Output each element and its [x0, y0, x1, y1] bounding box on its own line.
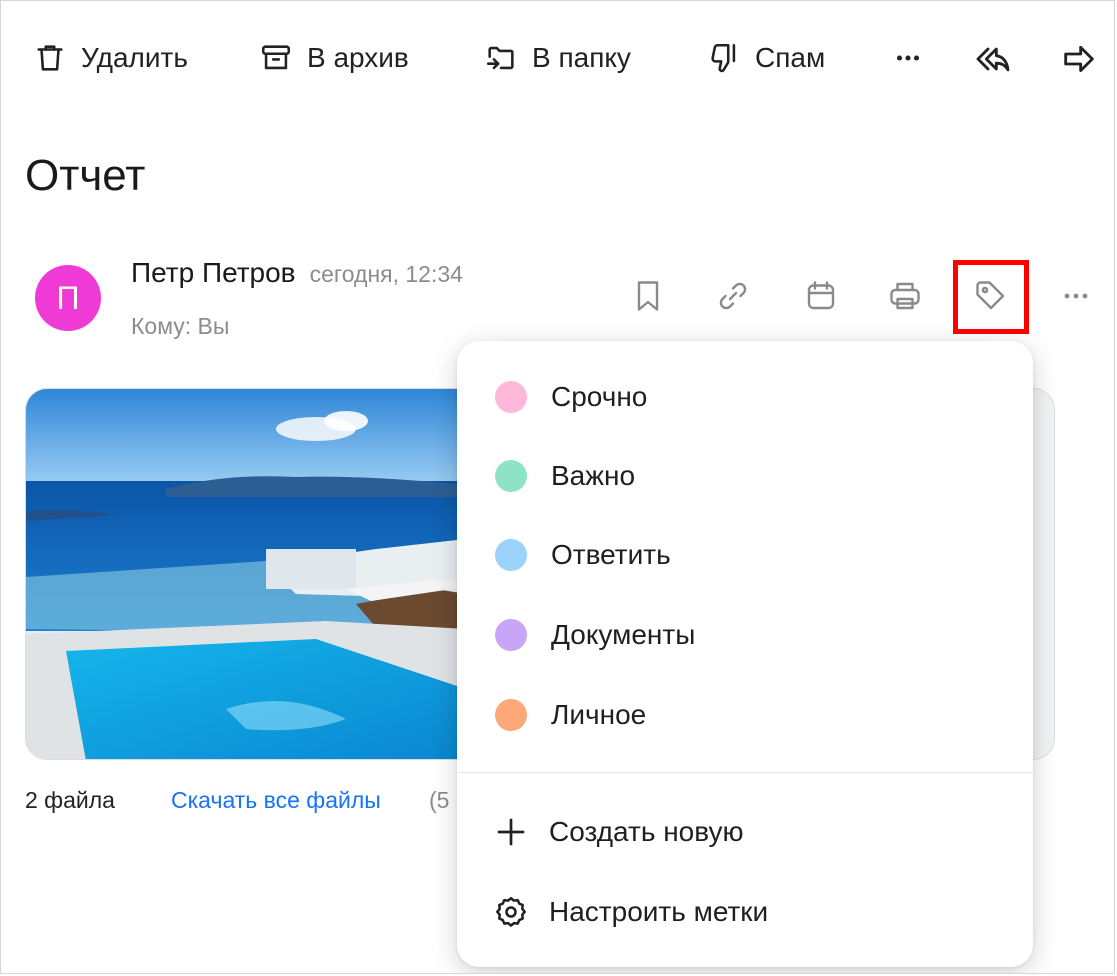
reply-all-icon [976, 47, 1010, 72]
label-item-documents[interactable]: Документы [457, 605, 1033, 665]
more-horizontal-icon [896, 55, 920, 61]
label-color-dot [495, 539, 527, 571]
message-date: сегодня, 12:34 [309, 261, 463, 287]
sender-avatar[interactable]: П [35, 265, 101, 331]
delete-button[interactable]: Удалить [33, 41, 188, 75]
print-button[interactable] [885, 276, 925, 316]
label-item-personal[interactable]: Личное [457, 685, 1033, 745]
spam-label: Спам [755, 42, 826, 73]
archive-label: В архив [307, 42, 409, 73]
label-item-text: Ответить [551, 539, 671, 570]
label-item-important[interactable]: Важно [457, 446, 1033, 506]
label-color-dot [495, 699, 527, 731]
move-to-folder-button[interactable]: В папку [484, 41, 631, 75]
reply-all-button[interactable] [973, 39, 1013, 79]
download-all-link[interactable]: Скачать все файлы [171, 787, 381, 814]
calendar-button[interactable] [801, 276, 841, 316]
labels-button-highlight [953, 260, 1029, 334]
bookmark-icon [637, 281, 659, 311]
message-more-button[interactable] [1056, 276, 1096, 316]
label-item-text: Важно [551, 460, 636, 491]
archive-button[interactable]: В архив [259, 41, 409, 75]
move-to-folder-icon [486, 46, 514, 70]
message-subject: Отчет [25, 151, 146, 200]
bookmark-button[interactable] [628, 276, 668, 316]
mail-window: Удалить В архив В папку Спам Отчет П Пет… [0, 0, 1115, 974]
more-horizontal-icon [1064, 293, 1088, 299]
label-color-dot [495, 460, 527, 492]
recipient-line: Кому: Вы [131, 313, 230, 339]
label-item-reply[interactable]: Ответить [457, 525, 1033, 585]
calendar-icon [807, 281, 835, 310]
attachments-count: 2 файла [25, 787, 115, 813]
thumbs-down-icon [711, 43, 736, 73]
trash-icon [37, 45, 63, 71]
label-item-text: Личное [551, 699, 647, 730]
print-icon [890, 282, 920, 310]
avatar-letter: П [56, 279, 80, 316]
download-size: (5 [429, 787, 450, 813]
configure-labels-text: Настроить метки [549, 896, 769, 927]
label-item-urgent[interactable]: Срочно [457, 367, 1033, 427]
label-item-text: Срочно [551, 381, 648, 412]
forward-icon [1064, 45, 1094, 73]
archive-icon [261, 45, 291, 70]
folder-label: В папку [532, 42, 631, 73]
spam-button[interactable]: Спам [707, 41, 825, 75]
forward-button[interactable] [1059, 39, 1099, 79]
labels-menu: Срочно Важно Ответить Документы Личное С… [457, 341, 1033, 967]
label-color-dot [495, 381, 527, 413]
configure-labels-button[interactable]: Настроить метки [457, 882, 1033, 942]
sender-line: Петр Петров сегодня, 12:34 [131, 257, 463, 289]
delete-label: Удалить [81, 42, 188, 73]
create-label-button[interactable]: Создать новую [457, 802, 1033, 862]
menu-divider [457, 772, 1033, 773]
plus-icon [497, 818, 525, 846]
more-actions-button[interactable] [891, 41, 925, 75]
gear-icon [496, 896, 526, 927]
copy-link-button[interactable] [713, 276, 753, 316]
label-item-text: Документы [551, 619, 696, 650]
sender-name[interactable]: Петр Петров [131, 257, 296, 288]
link-icon [719, 282, 747, 310]
create-label-text: Создать новую [549, 816, 744, 847]
label-color-dot [495, 619, 527, 651]
